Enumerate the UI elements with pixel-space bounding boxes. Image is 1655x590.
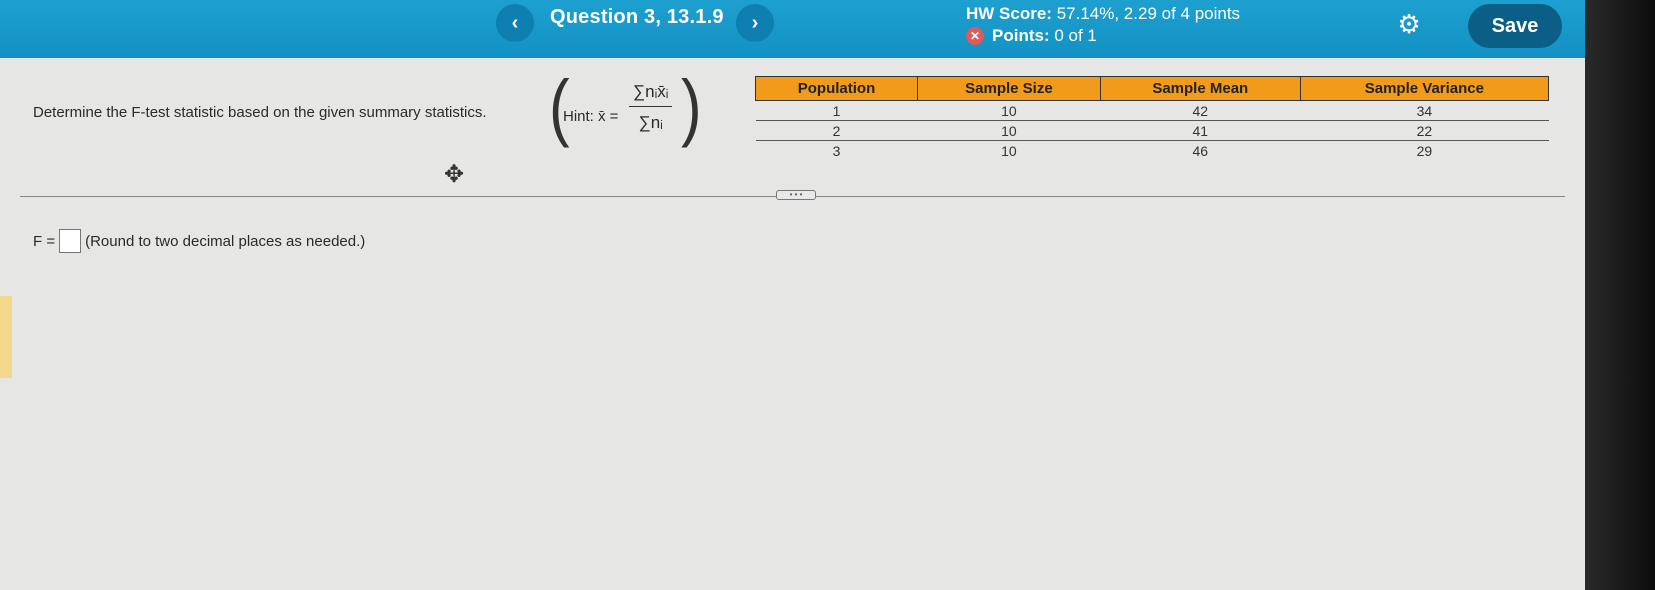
next-question-button[interactable]: › bbox=[736, 4, 774, 42]
table-row: 1 10 42 34 bbox=[755, 100, 1549, 121]
x-circle-icon: ✕ bbox=[966, 27, 984, 45]
hint-fraction: ∑nᵢx̄ᵢ ∑nᵢ bbox=[629, 82, 673, 133]
hint-denominator: ∑nᵢ bbox=[638, 113, 663, 132]
table-cell: 10 bbox=[917, 100, 1101, 121]
f-statistic-input[interactable] bbox=[59, 229, 82, 253]
hint-formula: ( Hint: x̄ = ∑nᵢx̄ᵢ ∑nᵢ ) bbox=[549, 66, 702, 154]
hw-score-value: 57.14%, 2.29 of 4 points bbox=[1056, 4, 1241, 23]
table-cell: 41 bbox=[1100, 120, 1301, 141]
table-cell: 46 bbox=[1192, 142, 1209, 159]
chevron-right-icon: › bbox=[751, 11, 759, 34]
save-button[interactable]: Save bbox=[1468, 4, 1562, 48]
table-cell: 1 bbox=[755, 100, 918, 121]
table-header-row: Population Sample Size Sample Mean Sampl… bbox=[754, 76, 1550, 101]
question-text: Determine the F-test statistic based on … bbox=[33, 104, 487, 121]
header-sample-mean: Sample Mean bbox=[1099, 76, 1301, 101]
screen-bezel bbox=[1585, 0, 1655, 590]
points-label: Points: bbox=[992, 26, 1050, 45]
previous-question-button[interactable]: ‹ bbox=[496, 4, 534, 42]
table-cell: 29 bbox=[1416, 142, 1433, 159]
table-cell: 10 bbox=[917, 120, 1101, 141]
top-bar: ‹ Question 3, 13.1.9 › HW Score: 57.14%,… bbox=[0, 0, 1585, 58]
hint-numerator: ∑nᵢx̄ᵢ bbox=[629, 82, 673, 107]
question-title: Question 3, 13.1.9 bbox=[550, 6, 724, 28]
points-value: 0 of 1 bbox=[1054, 26, 1097, 45]
hint-label: Hint: x̄ = bbox=[563, 108, 619, 125]
gear-icon[interactable]: ⚙ bbox=[1395, 10, 1423, 38]
right-paren: ) bbox=[681, 66, 702, 149]
hw-score-label: HW Score: bbox=[966, 4, 1052, 23]
table-row: 2 10 41 22 bbox=[755, 120, 1549, 141]
answer-prefix: F = bbox=[33, 232, 56, 250]
table-cell: 42 bbox=[1100, 100, 1301, 121]
answer-instruction: (Round to two decimal places as needed.) bbox=[85, 232, 366, 250]
points-status: ✕ Points: 0 of 1 bbox=[966, 26, 1097, 46]
header-population: Population bbox=[754, 76, 919, 101]
side-tab[interactable] bbox=[0, 296, 12, 378]
summary-statistics-table: Population Sample Size Sample Mean Sampl… bbox=[754, 76, 1550, 161]
table-cell: 10 bbox=[1001, 142, 1017, 159]
move-arrows-icon[interactable]: ✥ bbox=[444, 160, 464, 189]
table-cell: 2 bbox=[755, 120, 918, 141]
table-cell: 22 bbox=[1300, 120, 1549, 141]
table-cell: 34 bbox=[1300, 100, 1549, 121]
table-cell: 3 bbox=[832, 142, 841, 159]
divider-handle[interactable]: • • • bbox=[776, 190, 816, 200]
answer-row: F = (Round to two decimal places as need… bbox=[33, 229, 365, 253]
header-sample-size: Sample Size bbox=[917, 76, 1101, 101]
table-row: 3 10 46 29 bbox=[756, 141, 1549, 161]
header-sample-variance: Sample Variance bbox=[1299, 76, 1550, 101]
chevron-left-icon: ‹ bbox=[511, 11, 519, 34]
hw-score: HW Score: 57.14%, 2.29 of 4 points bbox=[966, 4, 1240, 24]
